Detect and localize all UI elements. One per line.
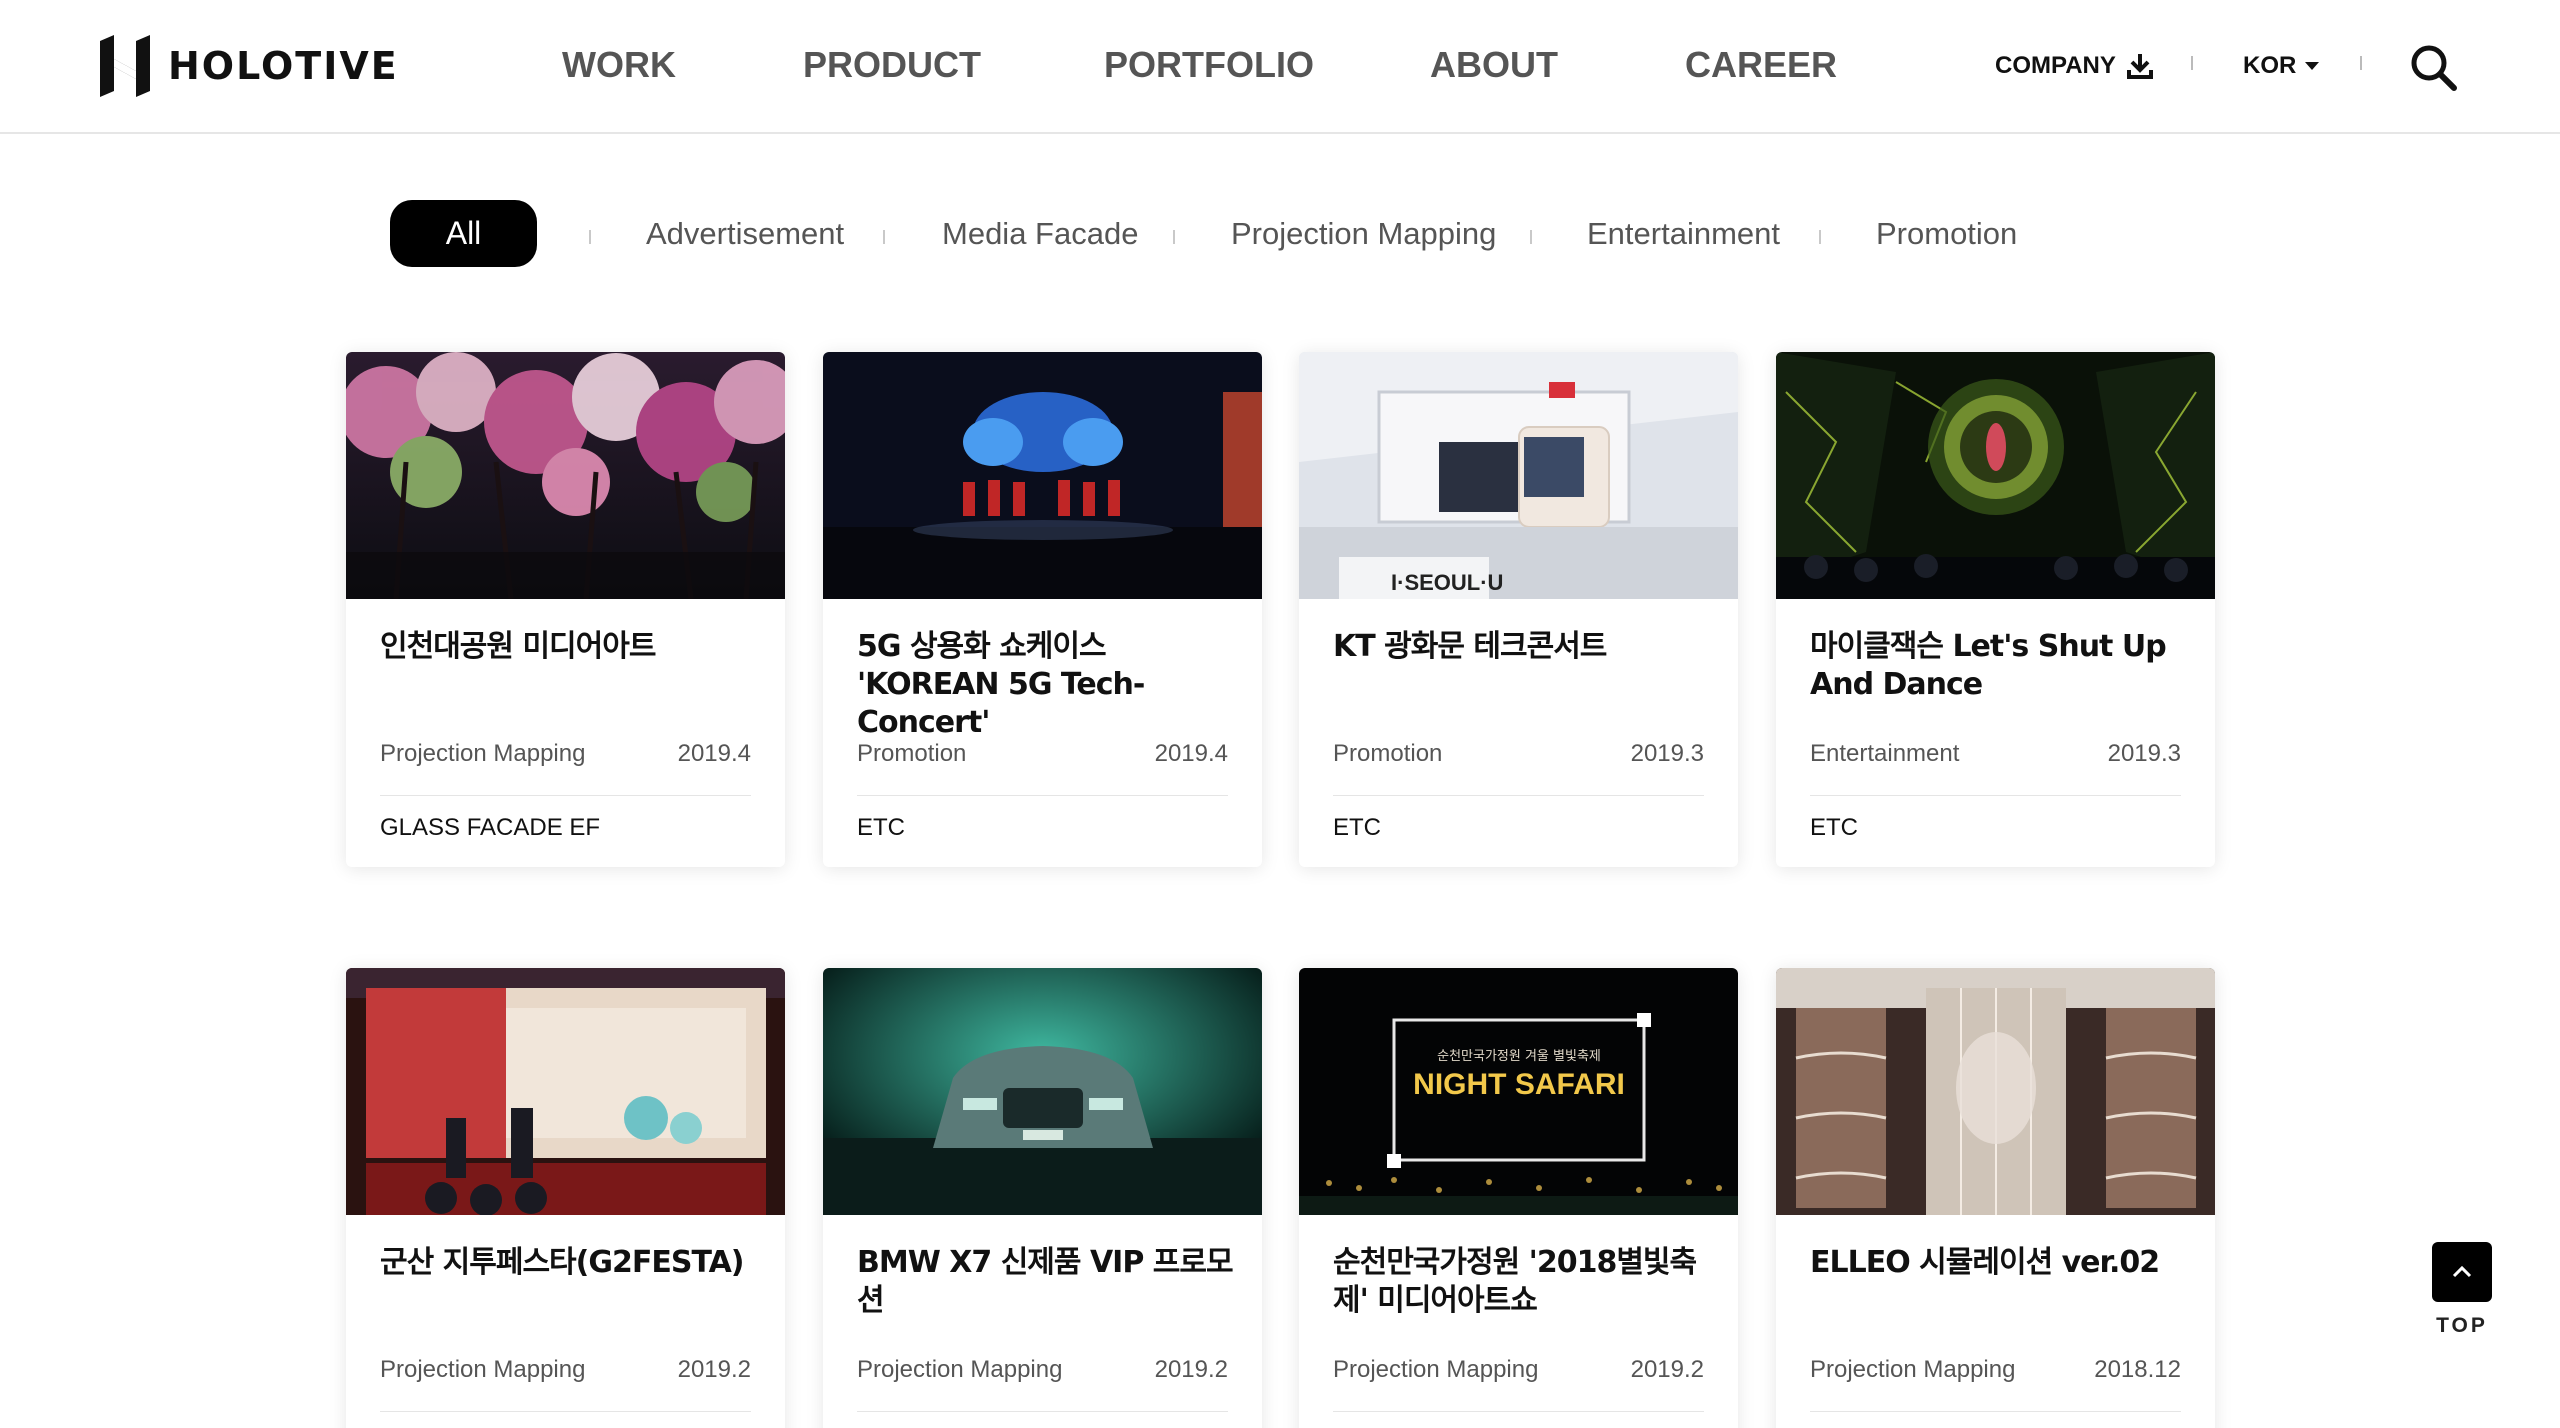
card-thumbnail [346, 968, 785, 1215]
filter-entertainment[interactable]: Entertainment [1587, 216, 1780, 252]
card-title: ELLEO 시뮬레이션 ver.02 [1810, 1245, 2160, 1280]
header-separator [2360, 56, 2362, 70]
filter-separator [883, 230, 885, 244]
card-divider [1810, 1411, 2181, 1412]
card-date: 2019.2 [677, 1356, 751, 1383]
card-category: Projection Mapping [380, 1356, 586, 1383]
card-client: GLASS FACADE EF [380, 814, 601, 841]
card-thumbnail [1776, 352, 2215, 599]
scroll-to-top-label: TOP [2436, 1314, 2488, 1337]
nav-about[interactable]: ABOUT [1430, 44, 1558, 86]
filter-advertisement[interactable]: Advertisement [646, 216, 844, 252]
main-nav: WORK PRODUCT PORTFOLIO ABOUT CAREER [0, 44, 2560, 92]
card-date: 2019.2 [1154, 1356, 1228, 1383]
portfolio-card[interactable]: 순천만국가정원 겨울 별빛축제 NIGHT SAFARI 순천만국가정원 '20… [1299, 968, 1738, 1428]
portfolio-card[interactable]: 마이클잭슨 Let's Shut Up And Dance Entertainm… [1776, 352, 2215, 867]
filter-media-facade[interactable]: Media Facade [942, 216, 1138, 252]
card-title: 마이클잭슨 Let's Shut Up And Dance [1810, 629, 2167, 702]
site-header: HOLOTIVE WORK PRODUCT PORTFOLIO ABOUT CA… [0, 0, 2560, 134]
card-thumbnail [346, 352, 785, 599]
kt-sign-text: I·SEOUL·U [1391, 570, 1503, 595]
card-title: 5G 상용화 쇼케이스 'KOREAN 5G Tech-Concert' [857, 629, 1145, 740]
filter-all[interactable]: All [390, 200, 537, 267]
filter-promotion[interactable]: Promotion [1876, 216, 2017, 252]
category-filter-bar: All Advertisement Media Facade Projectio… [0, 200, 2560, 268]
card-divider [857, 795, 1228, 796]
card-divider [1333, 1411, 1704, 1412]
card-thumbnail: 순천만국가정원 겨울 별빛축제 NIGHT SAFARI [1299, 968, 1738, 1215]
filter-separator [1819, 230, 1821, 244]
card-thumbnail [823, 968, 1262, 1215]
card-category: Projection Mapping [1810, 1356, 2016, 1383]
card-divider [380, 1411, 751, 1412]
card-title: 순천만국가정원 '2018별빛축제' 미디어아트쇼 [1333, 1245, 1697, 1318]
card-client: ETC [1810, 814, 1858, 841]
card-date: 2019.3 [1630, 740, 1704, 767]
night-safari-title: NIGHT SAFARI [1413, 1068, 1625, 1101]
caret-down-icon [2305, 62, 2320, 70]
nav-work[interactable]: WORK [562, 44, 676, 86]
chevron-up-icon [2452, 1265, 2472, 1278]
card-divider [1333, 795, 1704, 796]
portfolio-card[interactable]: 인천대공원 미디어아트 Projection Mapping 2019.4 GL… [346, 352, 785, 867]
card-title: 인천대공원 미디어아트 [380, 629, 656, 664]
search-icon[interactable] [2408, 42, 2458, 92]
card-category: Promotion [857, 740, 967, 767]
card-date: 2019.3 [2107, 740, 2181, 767]
card-title: KT 광화문 테크콘서트 [1333, 629, 1607, 664]
download-icon [2126, 54, 2153, 79]
card-divider [857, 1411, 1228, 1412]
language-label: KOR [2243, 52, 2297, 79]
company-download-link[interactable]: COMPANY [1995, 52, 2154, 80]
filter-separator [1173, 230, 1175, 244]
portfolio-card[interactable]: 군산 지투페스타(G2FESTA) Projection Mapping 201… [346, 968, 785, 1428]
card-date: 2019.2 [1630, 1356, 1704, 1383]
company-label: COMPANY [1995, 52, 2116, 79]
nav-career[interactable]: CAREER [1685, 44, 1837, 86]
portfolio-card[interactable]: 5G 상용화 쇼케이스 'KOREAN 5G Tech-Concert' Pro… [823, 352, 1262, 867]
card-title: BMW X7 신제품 VIP 프로모션 [857, 1245, 1234, 1318]
night-safari-subtitle: 순천만국가정원 겨울 별빛축제 [1437, 1049, 1601, 1064]
card-thumbnail [823, 352, 1262, 599]
card-thumbnail: I·SEOUL·U [1299, 352, 1738, 599]
card-date: 2018.12 [2094, 1356, 2181, 1383]
filter-separator [589, 230, 591, 244]
card-date: 2019.4 [1154, 740, 1228, 767]
card-category: Promotion [1333, 740, 1443, 767]
card-title: 군산 지투페스타(G2FESTA) [380, 1245, 745, 1280]
card-category: Projection Mapping [380, 740, 586, 767]
card-category: Entertainment [1810, 740, 1960, 767]
portfolio-card[interactable]: I·SEOUL·U KT 광화문 테크콘서트 Promotion 2019.3 … [1299, 352, 1738, 867]
portfolio-card[interactable]: BMW X7 신제품 VIP 프로모션 Projection Mapping 2… [823, 968, 1262, 1428]
card-divider [380, 795, 751, 796]
card-category: Projection Mapping [857, 1356, 1063, 1383]
card-category: Projection Mapping [1333, 1356, 1539, 1383]
nav-portfolio[interactable]: PORTFOLIO [1104, 44, 1314, 86]
filter-separator [1530, 230, 1532, 244]
scroll-to-top-button[interactable] [2432, 1242, 2492, 1302]
portfolio-card[interactable]: ELLEO 시뮬레이션 ver.02 Projection Mapping 20… [1776, 968, 2215, 1428]
language-select[interactable]: KOR [2243, 52, 2320, 80]
card-divider [1810, 795, 2181, 796]
card-thumbnail [1776, 968, 2215, 1215]
header-separator [2191, 56, 2193, 70]
card-date: 2019.4 [677, 740, 751, 767]
nav-product[interactable]: PRODUCT [803, 44, 981, 86]
filter-projection-mapping[interactable]: Projection Mapping [1231, 216, 1496, 252]
card-client: ETC [1333, 814, 1381, 841]
card-client: ETC [857, 814, 905, 841]
